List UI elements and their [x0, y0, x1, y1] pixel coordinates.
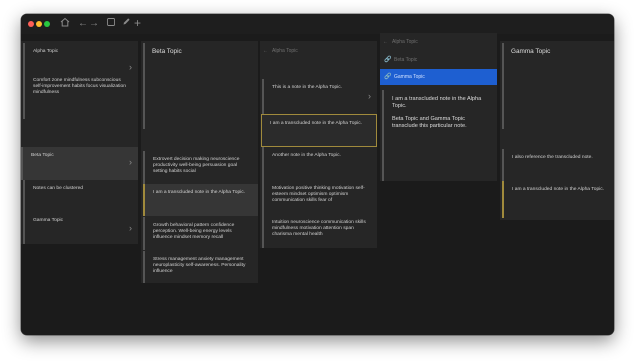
cluster-card[interactable]: Notes can be clustered Gamma Topic [23, 180, 138, 244]
column-header: Alpha Topic [272, 48, 298, 54]
note-card[interactable]: This is a note in the Alpha Topic. [262, 79, 377, 114]
arrow-left-icon[interactable]: ← [383, 39, 388, 45]
transcluded-note-card[interactable]: I am a transcluded note in the Alpha Top… [143, 184, 258, 216]
note-text: I am a transcluded note in the Alpha Top… [153, 190, 246, 195]
arrow-left-icon[interactable]: ← [263, 48, 268, 54]
link-icon: 🔗 [384, 57, 392, 63]
note-text: I am a transcluded note in the Alpha Top… [512, 187, 605, 192]
note-text: Beta Topic and Gamma Topic transclude th… [392, 116, 467, 129]
note-text: Another note in the Alpha Topic. [272, 153, 341, 158]
column-header: Alpha Topic [392, 39, 418, 45]
chevron-right-icon[interactable]: › [368, 92, 371, 101]
close-window-button[interactable] [28, 20, 34, 27]
pencil-icon[interactable] [122, 17, 131, 30]
gamma-topic-title: Gamma Topic [511, 48, 551, 55]
column-1: Alpha Topic Comfort zone mindfulness sub… [21, 41, 138, 244]
divider [143, 43, 145, 129]
note-card[interactable]: Motivation positive thinking motivation … [262, 180, 377, 214]
note-card[interactable]: Another note in the Alpha Topic. [262, 147, 377, 180]
arrow-left-icon[interactable]: ← [78, 17, 88, 30]
menu-item-beta-topic[interactable]: 🔗 Beta Topic [380, 52, 497, 68]
note-card[interactable]: Intuition neuroscience communication ski… [262, 214, 377, 248]
square-icon[interactable] [106, 17, 115, 30]
note-text: Stress management anxiety management neu… [153, 257, 246, 275]
chevron-right-icon[interactable]: › [129, 158, 132, 167]
column-3: ← Alpha Topic This is a note in the Alph… [260, 41, 377, 248]
menu-label: Beta Topic [394, 57, 418, 63]
note-text: This is a note in the Alpha Topic. [272, 85, 343, 90]
beta-topic-title: Beta Topic [152, 48, 182, 55]
note-text: I am a transcluded note in the Alpha Top… [392, 96, 482, 109]
link-icon: 🔗 [384, 74, 392, 80]
chevron-right-icon[interactable]: › [129, 224, 132, 233]
menu-label: Gamma Topic [394, 74, 425, 80]
note-text: Growth behavioral pattern confidence per… [153, 223, 235, 241]
note-text: Extrovert decision making neuroscience p… [153, 157, 240, 175]
note-text: I am a transcluded note in the Alpha Top… [270, 121, 363, 126]
note-card[interactable]: Stress management anxiety management neu… [143, 251, 258, 283]
minimize-window-button[interactable] [36, 20, 42, 27]
transcluded-note-detail[interactable]: I am a transcluded note in the Alpha Top… [382, 90, 497, 181]
column-2: Beta Topic Extrovert decision making neu… [141, 41, 258, 283]
highlighted-transcluded-note[interactable]: I am a transcluded note in the Alpha Top… [261, 114, 377, 147]
column-5: Gamma Topic I also reference the transcl… [500, 41, 614, 220]
note-text: Motivation positive thinking motivation … [272, 186, 365, 204]
beta-topic-label: Beta Topic [31, 153, 54, 158]
app-window: ← → + Alpha Topic Comfort zone mindfulne… [21, 14, 614, 335]
zoom-window-button[interactable] [44, 20, 50, 27]
home-icon[interactable] [59, 17, 70, 30]
menu-item-gamma-topic[interactable]: 🔗 Gamma Topic [380, 69, 497, 85]
alpha-topic-card[interactable]: Alpha Topic Comfort zone mindfulness sub… [23, 43, 138, 119]
note-text: Intuition neuroscience communication ski… [272, 220, 366, 238]
note-text: I also reference the transcluded note. [512, 155, 593, 160]
note-card[interactable]: Growth behavioral pattern confidence per… [143, 217, 258, 250]
gamma-topic-label: Gamma Topic [33, 218, 64, 224]
alpha-topic-note: Comfort zone mindfulness subconscious se… [33, 78, 126, 96]
transcluded-note-card[interactable]: I am a transcluded note in the Alpha Top… [502, 181, 614, 218]
clustered-label: Notes can be clustered [33, 186, 84, 191]
plus-icon[interactable]: + [133, 17, 142, 30]
note-card[interactable]: Extrovert decision making neuroscience p… [143, 151, 258, 184]
beta-topic-card[interactable]: Beta Topic [21, 147, 138, 180]
title-bar: ← → + [21, 14, 614, 34]
note-card[interactable]: I also reference the transcluded note. [502, 149, 614, 181]
divider [502, 43, 504, 129]
column-4: ← Alpha Topic 🔗 Beta Topic 🔗 Gamma Topic… [380, 33, 497, 181]
chevron-right-icon[interactable]: › [129, 63, 132, 72]
arrow-right-icon[interactable]: → [89, 17, 99, 30]
alpha-topic-label: Alpha Topic [33, 49, 59, 54]
